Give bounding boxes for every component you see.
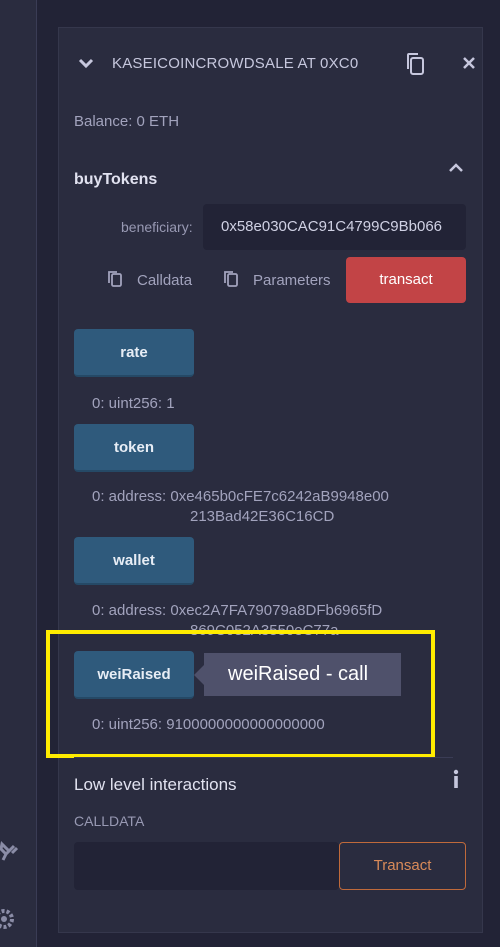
low-level-title: Low level interactions: [74, 775, 237, 794]
rate-call-button[interactable]: rate: [74, 329, 194, 377]
section-divider: [74, 757, 453, 758]
info-icon[interactable]: [451, 769, 461, 789]
beneficiary-label: beneficiary:: [121, 219, 193, 235]
copy-address-icon[interactable]: [404, 52, 428, 76]
beneficiary-input[interactable]: 0x58e030CAC91C4799C9Bb066: [203, 204, 466, 250]
function-title-buytokens: buyTokens: [74, 171, 158, 188]
close-icon[interactable]: [462, 56, 476, 70]
calldata-field-label: CALLDATA: [74, 813, 145, 829]
calldata-input[interactable]: [74, 842, 339, 890]
parameters-button[interactable]: Parameters: [253, 272, 331, 289]
settings-gear-icon[interactable]: [0, 906, 18, 929]
rate-result: 0: uint256: 1: [92, 395, 175, 412]
icon-rail: [0, 0, 37, 947]
contract-title: KASEICOINCROWDSALE AT 0XC0: [112, 55, 359, 72]
token-result-line1: 0: address: 0xe465b0cFE7c6242aB9948e00: [92, 488, 389, 505]
wallet-result-line1: 0: address: 0xec2A7FA79079a8DFb6965fD: [92, 602, 383, 619]
balance-text: Balance: 0 ETH: [74, 113, 180, 130]
transact-button[interactable]: transact: [346, 257, 466, 303]
weiraised-result: 0: uint256: 9100000000000000000: [92, 716, 325, 733]
plugin-icon[interactable]: [0, 838, 19, 861]
contract-panel: [58, 27, 483, 933]
wallet-call-button[interactable]: wallet: [74, 537, 194, 585]
chevron-up-icon[interactable]: [448, 160, 464, 172]
copy-parameters-icon[interactable]: [223, 270, 239, 288]
calldata-button[interactable]: Calldata: [137, 272, 192, 289]
token-call-button[interactable]: token: [74, 424, 194, 472]
chevron-down-icon[interactable]: [78, 57, 94, 69]
weiraised-tooltip: weiRaised - call: [204, 653, 401, 696]
weiraised-call-button[interactable]: weiRaised: [74, 651, 194, 699]
copy-calldata-icon[interactable]: [107, 270, 123, 288]
low-level-transact-button[interactable]: Transact: [339, 842, 466, 890]
token-result-line2: 213Bad42E36C16CD: [190, 508, 335, 525]
